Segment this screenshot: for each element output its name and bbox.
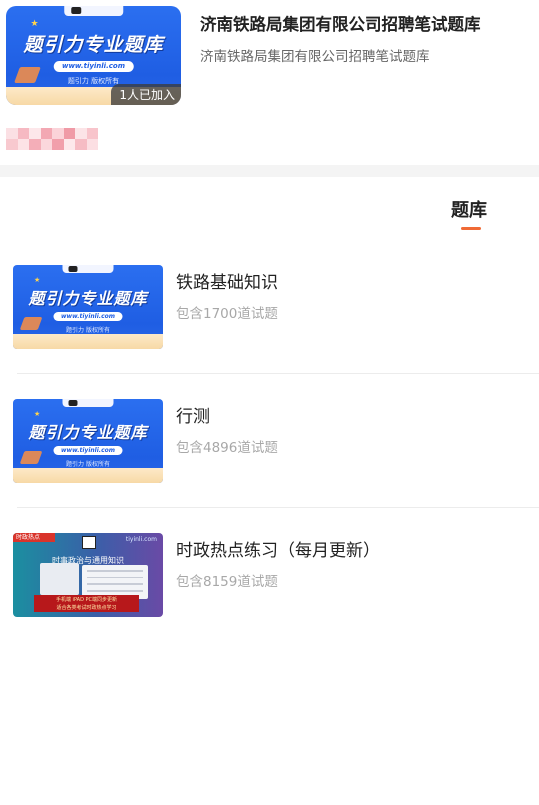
cover-bottom-band (13, 333, 163, 349)
cover-banner-line2: 适合各类考试时政热点学习 (56, 605, 117, 612)
avatar (86, 128, 98, 139)
star-icon: ★ (34, 409, 41, 418)
avatar (29, 139, 41, 150)
logo-chip (62, 265, 114, 274)
item-question-count: 包含8159道试题 (176, 574, 278, 590)
avatar (52, 139, 64, 150)
avatar (40, 128, 52, 139)
cover-banner: 手机端 iPAD PC端同步更新 适合各类考试时政热点学习 (34, 595, 139, 612)
course-title: 济南铁路局集团有限公司招聘笔试题库 (200, 15, 481, 34)
item-title: 铁路基础知识 (176, 273, 278, 293)
cover-headline: 题引力专业题库 (28, 423, 148, 443)
avatar (86, 139, 98, 150)
joined-avatars[interactable] (6, 128, 98, 150)
item-cover: ★ 题引力专业题库 www.tiyinli.com 题引力 版权所有 (13, 265, 163, 349)
logo-icon (70, 7, 82, 15)
list-item[interactable]: 时政热点 tiyinli.com 时事政治与通用知识 手机端 iPAD PC端同… (0, 533, 539, 633)
avatar (75, 128, 87, 139)
cover-headline: 题引力专业题库 (23, 33, 164, 56)
avatar (6, 139, 18, 150)
cover-site: tiyinli.com (125, 535, 157, 543)
item-question-count: 包含1700道试题 (176, 306, 278, 322)
list-item[interactable]: ★ 题引力专业题库 www.tiyinli.com 题引力 版权所有 行测 包含… (0, 399, 539, 499)
avatar (17, 139, 29, 150)
avatar (63, 139, 75, 150)
avatar (17, 128, 29, 139)
item-cover: ★ 题引力专业题库 www.tiyinli.com 题引力 版权所有 (13, 399, 163, 483)
laptop-illustration (40, 563, 79, 596)
tab-active-indicator (461, 227, 481, 230)
cover-artwork: ★ 题引力专业题库 www.tiyinli.com 题引力 版权所有 (13, 265, 163, 349)
tab-question-bank[interactable]: 题库 (451, 196, 487, 222)
avatar (29, 128, 41, 139)
avatar (6, 128, 18, 139)
list-separator (17, 373, 539, 374)
course-subtitle: 济南铁路局集团有限公司招聘笔试题库 (200, 49, 430, 65)
cover-url: www.tiyinli.com (53, 61, 134, 73)
cover-url: www.tiyinli.com (53, 312, 123, 322)
list-item[interactable]: ★ 题引力专业题库 www.tiyinli.com 题引力 版权所有 铁路基础知… (0, 265, 539, 365)
cover-artwork: ★ 题引力专业题库 www.tiyinli.com 题引力 版权所有 (13, 399, 163, 483)
avatar (75, 139, 87, 150)
item-title: 行测 (176, 407, 210, 427)
avatar (40, 139, 52, 150)
cover-headline: 题引力专业题库 (28, 289, 148, 309)
item-title: 时政热点练习（每月更新） (176, 541, 380, 561)
qr-code-icon (82, 535, 96, 549)
avatar (63, 128, 75, 139)
section-divider (0, 165, 539, 177)
item-cover: 时政热点 tiyinli.com 时事政治与通用知识 手机端 iPAD PC端同… (13, 533, 163, 617)
logo-icon (68, 266, 78, 273)
joined-count-badge: 1人已加入 (111, 84, 181, 105)
star-icon: ★ (30, 18, 39, 29)
cover-tag: 时政热点 (13, 533, 55, 543)
politics-cover-artwork: 时政热点 tiyinli.com 时事政治与通用知识 手机端 iPAD PC端同… (13, 533, 163, 617)
logo-chip (62, 399, 114, 408)
course-cover[interactable]: ★ 题引力专业题库 www.tiyinli.com 题引力 版权所有 1人已加入 (6, 6, 181, 105)
cover-banner-line1: 手机端 iPAD PC端同步更新 (55, 597, 118, 604)
item-question-count: 包含4896道试题 (176, 440, 278, 456)
avatar (52, 128, 64, 139)
course-header: ★ 题引力专业题库 www.tiyinli.com 题引力 版权所有 1人已加入… (0, 0, 539, 165)
screen-illustration (82, 564, 148, 599)
cover-url: www.tiyinli.com (53, 446, 123, 456)
cover-bottom-band (13, 467, 163, 483)
star-icon: ★ (34, 275, 41, 284)
logo-icon (68, 400, 78, 407)
logo-chip (63, 6, 124, 16)
list-separator (17, 507, 539, 508)
